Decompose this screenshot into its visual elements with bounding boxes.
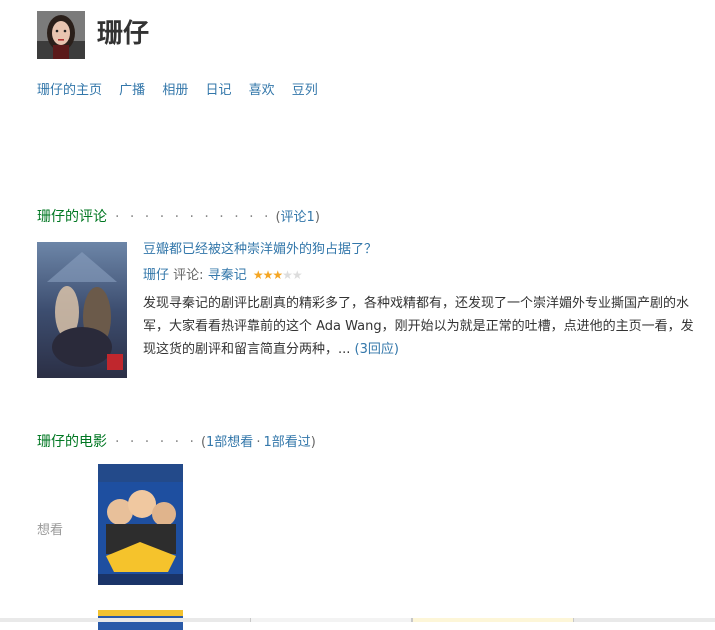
star-filled-icon: ★: [272, 268, 283, 282]
star-filled-icon: ★: [252, 268, 264, 282]
nav-album[interactable]: 相册: [162, 83, 188, 98]
bottom-tab-2[interactable]: [412, 618, 574, 622]
poster-image: [37, 242, 127, 378]
user-name: 珊仔: [97, 19, 150, 49]
review-replies-link[interactable]: (3回应): [355, 342, 399, 357]
review-body: 豆瓣都已经被这种崇洋媚外的狗占据了？ 珊仔 评论: 寻秦记 ★★★★★ 发现寻秦…: [143, 242, 703, 361]
star-filled-icon: ★: [262, 268, 274, 282]
section-dots: · · · · · ·: [115, 434, 197, 450]
movies-seen-link[interactable]: 1部看过: [263, 435, 310, 450]
movies-section-title: 珊仔的电影 · · · · · · (1部想看 · 1部看过): [37, 431, 316, 451]
review-poster[interactable]: [37, 242, 127, 378]
movies-heading: 珊仔的电影: [37, 434, 107, 450]
avatar-image: [37, 11, 85, 59]
reviews-count-link[interactable]: 评论1: [281, 210, 315, 225]
nav-likes[interactable]: 喜欢: [249, 83, 275, 98]
nav-diary[interactable]: 日记: [205, 83, 231, 98]
nav-doulist[interactable]: 豆列: [292, 83, 318, 98]
movies-wish-link[interactable]: 1部想看: [206, 435, 253, 450]
review-movie-link[interactable]: 寻秦记: [208, 268, 247, 283]
movie-row-label: 想看: [37, 523, 64, 538]
section-dots: · · · · · · · · · · ·: [115, 209, 272, 225]
review-excerpt-text: 发现寻秦记的剧评比剧真的精彩多了，各种戏精都有，还发现了一个崇洋媚外专业撕国产剧…: [143, 296, 694, 357]
review-excerpt: 发现寻秦记的剧评比剧真的精彩多了，各种戏精都有，还发现了一个崇洋媚外专业撕国产剧…: [143, 292, 703, 361]
reviews-section-title: 珊仔的评论 · · · · · · · · · · · (评论1): [37, 206, 320, 226]
bottom-tab-1[interactable]: [250, 618, 412, 622]
nav-home[interactable]: 珊仔的主页: [37, 83, 102, 98]
separator-dot: ·: [256, 435, 261, 450]
rating-stars: ★★★★★: [252, 267, 303, 283]
review-author[interactable]: 珊仔: [143, 268, 169, 283]
reviews-heading: 珊仔的评论: [37, 209, 107, 225]
review-meta: 珊仔 评论: 寻秦记 ★★★★★: [143, 267, 703, 284]
review-meta-prefix: 评论:: [173, 268, 204, 283]
review-title[interactable]: 豆瓣都已经被这种崇洋媚外的狗占据了？: [143, 242, 703, 258]
star-empty-icon: ★: [291, 268, 303, 282]
paren-close: ): [310, 435, 316, 450]
nav-broadcast[interactable]: 广播: [119, 83, 145, 98]
profile-nav: 珊仔的主页 广播 相册 日记 喜欢 豆列: [37, 79, 331, 98]
paren-close: ): [314, 210, 320, 225]
star-empty-icon: ★: [282, 268, 293, 282]
wish-movie-poster[interactable]: [98, 464, 183, 585]
poster-image: [98, 464, 183, 585]
bottom-bar: [0, 618, 715, 622]
avatar[interactable]: [37, 11, 85, 59]
